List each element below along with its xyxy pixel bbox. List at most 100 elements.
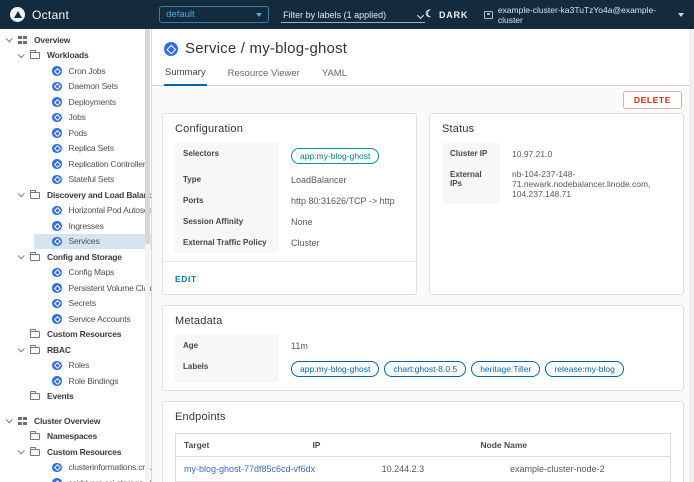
chevron-down-icon[interactable] — [18, 51, 25, 58]
row-label: External IPs — [442, 164, 500, 204]
row-label: Ports — [175, 190, 279, 211]
column-header: IP — [304, 434, 472, 456]
page-title-row: Service / my-blog-ghost — [152, 29, 694, 60]
selector-chip[interactable]: app:my-blog-ghost — [291, 148, 379, 164]
k8s-resource-icon — [52, 237, 62, 247]
sidebar-item[interactable]: clusterinformations.crd.projec — [0, 460, 151, 476]
namespace-select[interactable]: default — [159, 6, 269, 23]
sidebar-item[interactable]: Stateful Sets — [0, 172, 151, 188]
chevron-down-icon[interactable] — [6, 417, 13, 424]
sidebar-item[interactable]: Cluster Overview — [0, 413, 151, 429]
age-row: Age 11m — [175, 335, 671, 356]
theme-toggle-button[interactable]: ☾ DARK — [425, 10, 468, 20]
k8s-resource-icon — [52, 361, 62, 371]
k8s-resource-icon — [52, 283, 62, 293]
chevron-down-icon[interactable] — [18, 253, 25, 260]
sidebar-item[interactable]: Config and Storage — [0, 249, 151, 265]
k8s-resource-icon — [52, 268, 62, 278]
row-value: LoadBalancer — [279, 169, 404, 190]
k8s-resource-icon — [52, 113, 62, 123]
sidebar-scrollbar-thumb[interactable] — [145, 29, 150, 244]
main-scrollbar[interactable] — [689, 29, 694, 482]
label-chip[interactable]: heritage:Tiller — [471, 361, 540, 377]
sidebar-item[interactable]: Services — [0, 234, 151, 250]
k8s-resource-icon — [52, 97, 62, 107]
sidebar-item-label: Replication Controllers — [69, 159, 150, 169]
folder-icon — [30, 192, 40, 199]
label-filter-input[interactable]: Filter by labels (1 applied) — [281, 6, 425, 23]
definition-row: Ports http 80:31626/TCP -> http — [175, 190, 404, 211]
edit-button[interactable]: EDIT — [175, 274, 197, 284]
sidebar-item[interactable]: Pods — [0, 125, 151, 141]
caret-down-icon — [678, 13, 684, 17]
tab-label: Summary — [165, 67, 206, 78]
sidebar-item[interactable]: Persistent Volume Claims — [0, 280, 151, 296]
sidebar-item[interactable]: Roles — [0, 358, 151, 374]
sidebar-item[interactable]: Custom Resources — [0, 444, 151, 460]
sidebar-item[interactable]: Replication Controllers — [0, 156, 151, 172]
sidebar-item-label: Config Maps — [69, 267, 115, 277]
sidebar-item[interactable]: Ingresses — [0, 218, 151, 234]
chevron-down-icon[interactable] — [18, 191, 25, 198]
sidebar-item[interactable]: Overview — [0, 32, 151, 48]
sidebar-item[interactable]: Cron Jobs — [0, 63, 151, 79]
row-value: 11m — [279, 335, 671, 356]
sidebar-item[interactable]: Service Accounts — [0, 311, 151, 327]
k8s-resource-icon — [52, 221, 62, 231]
sidebar-item-label: Namespaces — [47, 431, 97, 441]
applications-icon — [18, 417, 27, 425]
target-cell: my-blog-ghost-77df85c6cd-vf6dx — [176, 457, 374, 481]
row-label: Selectors — [175, 143, 279, 169]
tab[interactable]: YAML — [321, 64, 348, 85]
sidebar-item[interactable]: Horizontal Pod Autoscalers — [0, 203, 151, 219]
chevron-down-icon — [417, 12, 424, 19]
row-value: None — [279, 211, 404, 232]
sidebar-item[interactable]: Namespaces — [0, 429, 151, 445]
label-chip[interactable]: chart:ghost-8.0.5 — [384, 361, 466, 377]
configuration-card: Configuration Selectors app:my-blog-ghos… — [162, 113, 417, 295]
sidebar-item[interactable]: Replica Sets — [0, 141, 151, 157]
k8s-resource-icon — [52, 299, 62, 309]
context-selector[interactable]: example-cluster-ka3TuTzYo4a@example-clus… — [484, 5, 684, 25]
tab[interactable]: Resource Viewer — [227, 64, 301, 85]
sidebar-item-label: clusterinformations.crd.projec — [69, 462, 152, 472]
actions-row: DELETE — [162, 86, 684, 113]
sidebar-item[interactable]: RBAC — [0, 342, 151, 358]
sidebar-item-label: Workloads — [47, 50, 89, 60]
sidebar-item[interactable]: Config Maps — [0, 265, 151, 281]
sidebar-item[interactable]: Discovery and Load Balancing — [0, 187, 151, 203]
sidebar-item[interactable]: Workloads — [0, 48, 151, 64]
sidebar-item-label: Services — [69, 236, 100, 246]
sidebar-scrollbar[interactable] — [145, 29, 150, 482]
endpoint-target-link[interactable]: my-blog-ghost-77df85c6cd-vf6dx — [184, 464, 315, 474]
chevron-down-icon[interactable] — [18, 346, 25, 353]
page-title: Service / my-blog-ghost — [185, 40, 347, 57]
definition-row: External Traffic Policy Cluster — [175, 232, 404, 253]
delete-button[interactable]: DELETE — [623, 91, 682, 109]
label-chip[interactable]: app:my-blog-ghost — [291, 361, 379, 377]
sidebar-item[interactable]: Events — [0, 389, 151, 405]
sidebar-tree: Overview Workloads Cron Jobs — [0, 32, 151, 482]
sidebar-item[interactable]: Jobs — [0, 110, 151, 126]
sidebar-item[interactable]: Custom Resources — [0, 327, 151, 343]
sidebar-item[interactable]: csidrivers.csi.storage.k8s.io — [0, 475, 151, 482]
sidebar-item[interactable]: Secrets — [0, 296, 151, 312]
table-header-row: Target IP Node Name — [176, 434, 670, 457]
card-title: Endpoints — [163, 402, 683, 429]
label-chip[interactable]: release:my-blog — [545, 361, 623, 377]
chevron-down-icon[interactable] — [18, 448, 25, 455]
tab[interactable]: Summary — [164, 64, 207, 86]
sidebar-item[interactable]: Deployments — [0, 94, 151, 110]
definition-row: External IPs nb-104-237-148-71.newark.no… — [442, 164, 671, 204]
row-label: Type — [175, 169, 279, 190]
folder-icon — [30, 52, 40, 59]
sidebar-item-label: Pods — [69, 128, 88, 138]
sidebar-item[interactable]: Daemon Sets — [0, 79, 151, 95]
chevron-down-icon[interactable] — [6, 36, 13, 43]
k8s-resource-icon — [52, 82, 62, 92]
sidebar-item-label: Config and Storage — [47, 252, 122, 262]
sidebar-item[interactable]: Role Bindings — [0, 373, 151, 389]
sidebar-item-label: Deployments — [69, 97, 116, 107]
namespace-value: default — [166, 9, 195, 20]
metadata-card: Metadata Age 11m Labels app:my-blog-ghos… — [162, 305, 684, 391]
